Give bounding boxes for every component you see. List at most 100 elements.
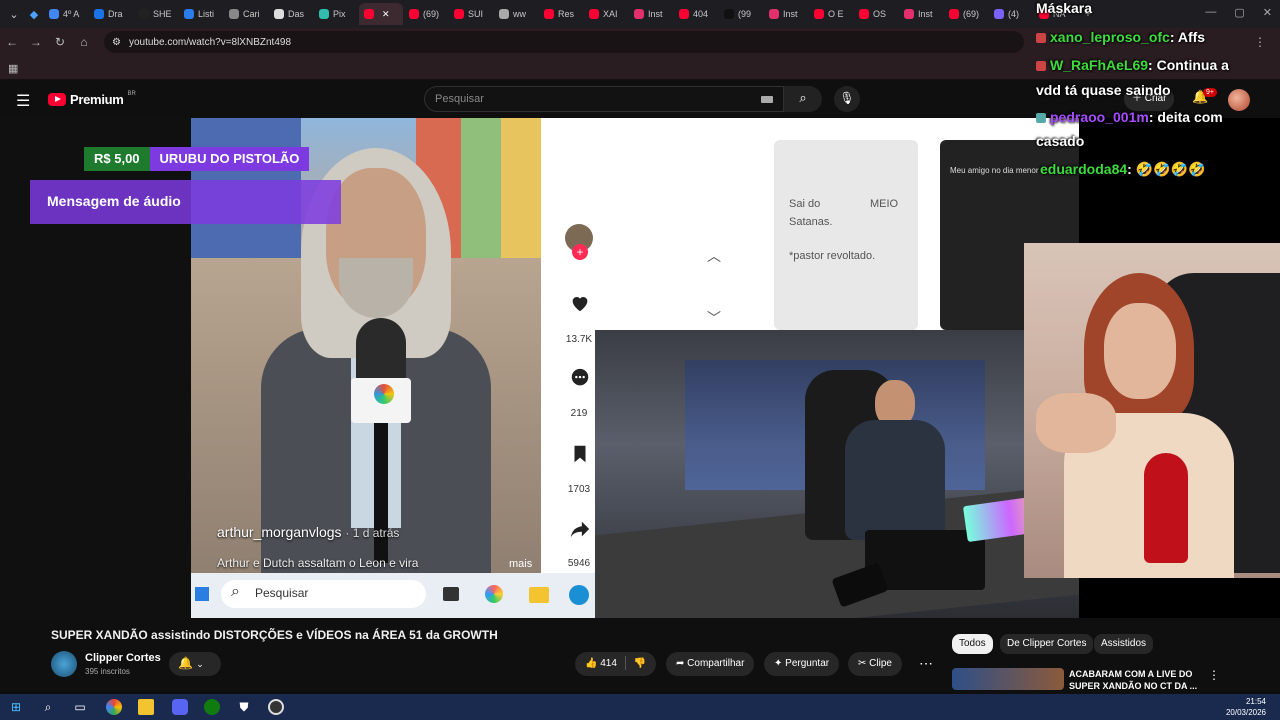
browser-tab[interactable]: Listi xyxy=(179,3,223,25)
tab-label: SHE xyxy=(153,9,172,19)
channel-avatar[interactable] xyxy=(51,651,77,677)
recommendation-title[interactable]: ACABARAM COM A LIVE DO SUPER XANDÃO NO C… xyxy=(1069,668,1199,692)
ask-button[interactable]: ✦ Perguntar xyxy=(764,652,840,676)
file-explorer-icon[interactable] xyxy=(138,699,154,715)
more-actions-icon[interactable]: ⋯ xyxy=(914,652,938,676)
xbox-icon[interactable] xyxy=(204,699,220,715)
home-icon[interactable]: ⌂ xyxy=(72,35,96,49)
edge-icon xyxy=(569,585,589,605)
tab-favicon-icon xyxy=(724,9,734,19)
tab-label: Das xyxy=(288,9,305,19)
like-button[interactable]: 👍 414 xyxy=(585,658,617,669)
youtube-logo[interactable]: Premium BR xyxy=(48,91,136,107)
tab-label: Listi xyxy=(198,9,215,19)
keyboard-icon[interactable] xyxy=(761,96,773,103)
subscribe-bell-button[interactable]: 🔔 ⌄ xyxy=(169,652,221,676)
microphone-icon: 🎙 xyxy=(839,91,855,105)
browser-tab[interactable]: XAI xyxy=(584,3,628,25)
browser-tab[interactable]: Inst xyxy=(764,3,808,25)
clip-label: Clipe xyxy=(869,658,892,669)
search-button[interactable]: ⌕ xyxy=(784,86,822,112)
thumbs-up-icon: 👍 xyxy=(585,658,598,669)
channel-name[interactable]: Clipper Cortes xyxy=(85,652,161,664)
chat-line-4: pedraoo_001m: deita com xyxy=(1036,109,1223,125)
share-label: Compartilhar xyxy=(687,658,745,669)
channel-subscribers: 395 inscritos xyxy=(85,667,130,676)
bell-icon: 🔔 xyxy=(178,656,193,670)
address-bar[interactable]: ⚙ youtube.com/watch?v=8lXNBZnt498 xyxy=(104,31,1024,53)
tab-favicon-icon xyxy=(184,9,194,19)
apps-grid-icon[interactable]: ▦ xyxy=(8,62,18,75)
tab-label: ww xyxy=(513,9,526,19)
dislike-button[interactable]: 👎 xyxy=(634,658,646,669)
follow-plus-icon: + xyxy=(572,244,588,260)
streamer-man xyxy=(845,380,945,540)
tab-favicon-icon xyxy=(454,9,464,19)
browser-tab[interactable]: Das xyxy=(269,3,313,25)
clip-button[interactable]: ✂ Clipe xyxy=(848,652,902,676)
separator xyxy=(624,656,626,671)
superchat-message: Mensagem de áudio xyxy=(30,180,341,224)
system-clock[interactable]: 21:54 20/03/2026 xyxy=(1226,696,1266,718)
browser-tab[interactable]: ww xyxy=(494,3,538,25)
youtube-play-icon xyxy=(48,93,66,106)
close-tab-icon[interactable]: ✕ xyxy=(382,9,390,20)
task-view-icon[interactable]: ▭ xyxy=(72,699,88,715)
browser-tab[interactable]: SHE xyxy=(134,3,178,25)
reload-icon[interactable]: ↻ xyxy=(48,35,72,49)
chrome-icon[interactable] xyxy=(106,699,122,715)
thumb1-text-b: MEIO xyxy=(870,198,899,210)
browser-tab[interactable]: Cari xyxy=(224,3,268,25)
browser-tab[interactable]: Dra xyxy=(89,3,133,25)
browser-tab[interactable]: (69) xyxy=(944,3,988,25)
browser-tab[interactable]: (69) xyxy=(404,3,448,25)
filter-chip-watched[interactable]: Assistidos xyxy=(1094,634,1154,654)
browser-tab[interactable]: Inst xyxy=(899,3,943,25)
chat-user-2: W_RaFhAeL69 xyxy=(1050,57,1149,73)
recommendation-thumbnail[interactable] xyxy=(952,668,1064,690)
tab-label: Inst xyxy=(918,9,933,19)
recommendation-menu-icon[interactable]: ⋮ xyxy=(1208,668,1220,682)
voice-search-button[interactable]: 🎙 xyxy=(834,86,860,112)
browser-tab[interactable]: ✕ xyxy=(359,3,403,25)
filter-chip-channel[interactable]: De Clipper Cortes xyxy=(1000,634,1094,654)
browser-tab[interactable]: (4) xyxy=(989,3,1033,25)
stream-chat-overlay: Máskara xano_leproso_ofc: Affs W_RaFhAeL… xyxy=(1036,0,1280,190)
tiktok-username: arthur_morganvlogs · 1 d atrás xyxy=(217,524,399,540)
browser-tab[interactable]: Pix xyxy=(314,3,358,25)
obs-icon[interactable] xyxy=(268,699,284,715)
taskbar-search-icon[interactable]: ⌕ xyxy=(40,699,56,715)
clock-time: 21:54 xyxy=(1245,697,1266,706)
video-player[interactable]: arthur_morganvlogs · 1 d atrás Arthur e … xyxy=(0,118,1280,618)
search-input[interactable]: Pesquisar xyxy=(424,86,784,112)
browser-tab[interactable]: Inst xyxy=(629,3,673,25)
tab-list-icon[interactable]: ⌄ xyxy=(4,8,24,21)
tab-favicon-icon xyxy=(904,9,914,19)
start-icon[interactable]: ⊞ xyxy=(8,699,24,715)
search-placeholder: Pesquisar xyxy=(435,93,484,105)
pinned-tab-icon[interactable]: ◆ xyxy=(24,8,44,21)
tab-favicon-icon xyxy=(769,9,779,19)
chat-text-2: : Continua a xyxy=(1148,57,1229,73)
browser-tab[interactable]: SUI xyxy=(449,3,493,25)
share-button[interactable]: ➦ Compartilhar xyxy=(666,652,755,676)
browser-tab[interactable]: (99 xyxy=(719,3,763,25)
mic-stick xyxy=(374,423,388,563)
discord-icon[interactable] xyxy=(172,699,188,715)
filter-chip-all[interactable]: Todos xyxy=(952,634,993,654)
back-icon[interactable]: ← xyxy=(0,35,24,49)
tab-favicon-icon xyxy=(274,9,284,19)
browser-tab[interactable]: 4º A xyxy=(44,3,88,25)
security-shield-icon[interactable]: ⛊ xyxy=(236,699,252,715)
inner-taskbar: Pesquisar xyxy=(191,573,596,618)
browser-tab[interactable]: O E xyxy=(809,3,853,25)
browser-tab[interactable]: OS xyxy=(854,3,898,25)
chat-user-0: Máskara xyxy=(1036,0,1093,16)
browser-tab[interactable]: Res xyxy=(539,3,583,25)
menu-icon[interactable]: ☰ xyxy=(16,91,30,111)
site-info-icon[interactable]: ⚙ xyxy=(112,37,121,48)
browser-tab[interactable]: 404 xyxy=(674,3,718,25)
forward-icon[interactable]: → xyxy=(24,35,48,49)
gface xyxy=(1104,303,1176,399)
tab-label: Inst xyxy=(648,9,663,19)
